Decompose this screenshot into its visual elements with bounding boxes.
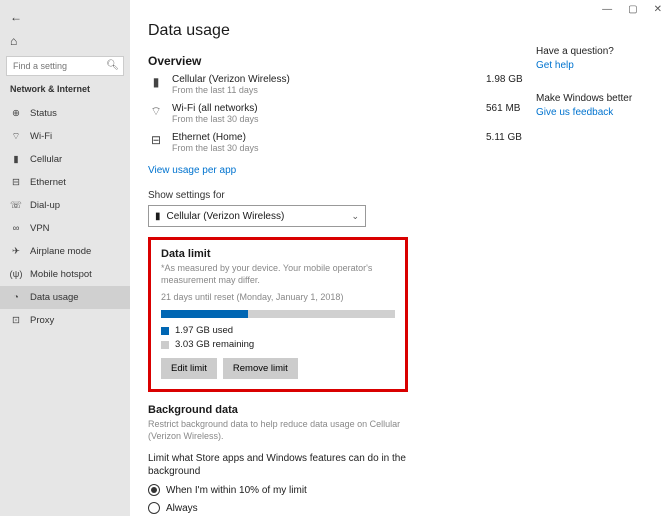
airplane-icon: ✈︎ — [10, 246, 22, 257]
sidebar-item-hotspot[interactable]: (ψ) Mobile hotspot — [0, 263, 130, 286]
data-limit-remaining: 3.03 GB remaining — [175, 339, 254, 350]
data-limit-progress-fill — [161, 310, 248, 318]
usage-value: 5.11 GB — [486, 132, 526, 143]
remove-limit-button[interactable]: Remove limit — [223, 358, 298, 379]
sidebar-item-label: Dial-up — [30, 200, 60, 211]
legend-used-swatch — [161, 327, 169, 335]
right-column: Have a question? Get help Make Windows b… — [536, 10, 656, 516]
data-limit-reset: 21 days until reset (Monday, January 1, … — [161, 292, 395, 304]
sidebar-item-label: Cellular — [30, 154, 62, 165]
cellular-icon: ▮ — [10, 154, 22, 165]
data-limit-used: 1.97 GB used — [175, 325, 233, 336]
sidebar-item-ethernet[interactable]: ⊟ Ethernet — [0, 171, 130, 194]
background-heading: Background data — [148, 404, 428, 416]
settings-for-dropdown[interactable]: ▮ Cellular (Verizon Wireless) ⌄ — [148, 205, 366, 227]
chevron-down-icon: ⌄ — [351, 211, 359, 222]
radio-icon — [148, 484, 160, 496]
back-button[interactable]: ← — [10, 10, 22, 24]
status-icon: ⊕ — [10, 108, 22, 119]
sidebar: ← ⌂ 🔍︎ Network & Internet ⊕ Status ⌔ Wi-… — [0, 0, 130, 516]
wifi-icon: ⌔ — [148, 104, 164, 120]
edit-limit-button[interactable]: Edit limit — [161, 358, 217, 379]
sidebar-item-label: Proxy — [30, 315, 54, 326]
usage-value: 561 MB — [486, 103, 526, 114]
wifi-icon: ⌔ — [10, 131, 22, 142]
radio-label: When I'm within 10% of my limit — [166, 485, 307, 496]
sidebar-item-airplane[interactable]: ✈︎ Airplane mode — [0, 240, 130, 263]
data-limit-heading: Data limit — [161, 248, 395, 260]
window-minimize[interactable]: — — [602, 4, 612, 15]
legend-remaining-swatch — [161, 341, 169, 349]
sidebar-item-cellular[interactable]: ▮ Cellular — [0, 148, 130, 171]
usage-name: Cellular (Verizon Wireless) — [172, 74, 438, 85]
vpn-icon: ∞ — [10, 223, 22, 234]
sidebar-item-dialup[interactable]: ☏ Dial-up — [0, 194, 130, 217]
background-desc: Restrict background data to help reduce … — [148, 419, 428, 442]
data-limit-progress — [161, 310, 395, 318]
get-help-link[interactable]: Get help — [536, 60, 656, 71]
sidebar-item-label: Data usage — [30, 292, 79, 303]
sidebar-section-title: Network & Internet — [0, 84, 130, 102]
window-close[interactable]: ✕ — [654, 4, 662, 15]
radio-label: Always — [166, 503, 198, 514]
view-usage-link[interactable]: View usage per app — [148, 165, 236, 176]
usage-row-cellular: ▮ Cellular (Verizon Wireless) From the l… — [148, 74, 526, 95]
usage-sub: From the last 11 days — [172, 85, 438, 95]
usage-name: Ethernet (Home) — [172, 132, 438, 143]
settings-for-label: Show settings for — [148, 190, 526, 201]
dialup-icon: ☏ — [10, 200, 22, 211]
overview-heading: Overview — [148, 54, 526, 68]
data-limit-note: *As measured by your device. Your mobile… — [161, 263, 395, 286]
ethernet-icon: ⊟ — [10, 177, 22, 188]
page-title: Data usage — [148, 22, 526, 40]
background-limit-label: Limit what Store apps and Windows featur… — [148, 452, 428, 478]
sidebar-item-label: Ethernet — [30, 177, 66, 188]
usage-sub: From the last 30 days — [172, 114, 438, 124]
question-heading: Have a question? — [536, 46, 656, 57]
data-limit-callout: Data limit *As measured by your device. … — [148, 237, 408, 392]
usage-sub: From the last 30 days — [172, 143, 438, 153]
feedback-heading: Make Windows better — [536, 93, 656, 104]
sidebar-item-wifi[interactable]: ⌔ Wi-Fi — [0, 125, 130, 148]
ethernet-icon: ⊟ — [148, 133, 164, 149]
sidebar-item-label: VPN — [30, 223, 50, 234]
sidebar-item-label: Airplane mode — [30, 246, 91, 257]
sidebar-item-proxy[interactable]: ⊡ Proxy — [0, 309, 130, 332]
search-icon: 🔍︎ — [106, 60, 119, 71]
radio-icon — [148, 502, 160, 514]
window-maximize[interactable]: ▢ — [628, 4, 637, 15]
usage-row-ethernet: ⊟ Ethernet (Home) From the last 30 days … — [148, 132, 526, 153]
sidebar-item-label: Wi-Fi — [30, 131, 52, 142]
usage-value: 1.98 GB — [486, 74, 526, 85]
sidebar-item-status[interactable]: ⊕ Status — [0, 102, 130, 125]
radio-option-within10[interactable]: When I'm within 10% of my limit — [148, 484, 428, 496]
proxy-icon: ⊡ — [10, 315, 22, 326]
sidebar-item-datausage[interactable]: ◔ Data usage — [0, 286, 130, 309]
feedback-link[interactable]: Give us feedback — [536, 107, 656, 118]
radio-option-always[interactable]: Always — [148, 502, 428, 514]
usage-row-wifi: ⌔ Wi-Fi (all networks) From the last 30 … — [148, 103, 526, 124]
dropdown-selected: Cellular (Verizon Wireless) — [167, 211, 285, 222]
home-icon[interactable]: ⌂ — [10, 34, 17, 48]
cellular-bars-icon: ▮ — [155, 211, 161, 222]
datausage-icon: ◔ — [10, 292, 22, 303]
sidebar-item-label: Mobile hotspot — [30, 269, 92, 280]
usage-name: Wi-Fi (all networks) — [172, 103, 438, 114]
sidebar-item-vpn[interactable]: ∞ VPN — [0, 217, 130, 240]
cellular-bars-icon: ▮ — [148, 75, 164, 91]
sidebar-item-label: Status — [30, 108, 57, 119]
hotspot-icon: (ψ) — [10, 269, 22, 280]
